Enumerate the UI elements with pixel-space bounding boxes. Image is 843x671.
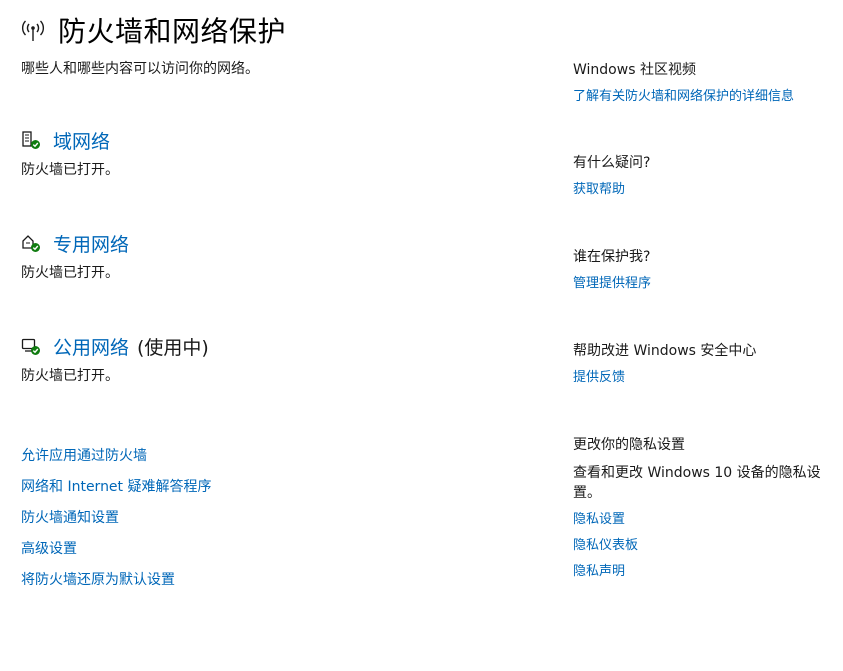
- question-section: 有什么疑问? 获取帮助: [573, 153, 823, 199]
- community-heading: Windows 社区视频: [573, 62, 696, 78]
- improve-heading: 帮助改进 Windows 安全中心: [573, 343, 757, 359]
- privacy-heading: 更改你的隐私设置: [573, 437, 685, 453]
- privacy-settings-link[interactable]: 隐私设置: [573, 510, 823, 529]
- protect-section: 谁在保护我? 管理提供程序: [573, 247, 823, 293]
- public-network-status: 防火墙已打开。: [21, 368, 119, 384]
- privacy-description: 查看和更改 Windows 10 设备的隐私设置。: [573, 465, 821, 501]
- community-section: Windows 社区视频 了解有关防火墙和网络保护的详细信息: [573, 60, 823, 106]
- public-network-link[interactable]: 公用网络: [53, 333, 129, 360]
- network-private: 专用网络 防火墙已打开。: [21, 228, 129, 282]
- public-network-icon: [21, 336, 41, 356]
- privacy-section: 更改你的隐私设置 查看和更改 Windows 10 设备的隐私设置。 隐私设置 …: [573, 435, 823, 581]
- page-subtitle: 哪些人和哪些内容可以访问你的网络。: [21, 61, 259, 77]
- private-network-link[interactable]: 专用网络: [53, 230, 129, 257]
- page-header: 防火墙和网络保护: [20, 10, 286, 50]
- domain-network-link[interactable]: 域网络: [53, 127, 110, 154]
- page-title: 防火墙和网络保护: [58, 15, 287, 48]
- privacy-dashboard-link[interactable]: 隐私仪表板: [573, 536, 823, 555]
- domain-network-icon: [21, 130, 41, 150]
- get-help-link[interactable]: 获取帮助: [573, 180, 823, 199]
- private-network-status: 防火墙已打开。: [21, 265, 119, 281]
- question-heading: 有什么疑问?: [573, 155, 651, 171]
- in-use-label: (使用中): [137, 336, 209, 359]
- give-feedback-link[interactable]: 提供反馈: [573, 368, 823, 387]
- settings-links: 允许应用通过防火墙 网络和 Internet 疑难解答程序 防火墙通知设置 高级…: [21, 446, 212, 601]
- network-public: 公用网络 (使用中) 防火墙已打开。: [21, 331, 209, 385]
- improve-section: 帮助改进 Windows 安全中心 提供反馈: [573, 341, 823, 387]
- allow-app-through-firewall-link[interactable]: 允许应用通过防火墙: [21, 446, 212, 477]
- network-domain: 域网络 防火墙已打开。: [21, 125, 119, 179]
- privacy-statement-link[interactable]: 隐私声明: [573, 562, 823, 581]
- protect-heading: 谁在保护我?: [573, 249, 651, 265]
- advanced-settings-link[interactable]: 高级设置: [21, 539, 212, 570]
- manage-providers-link[interactable]: 管理提供程序: [573, 274, 823, 293]
- firewall-notification-settings-link[interactable]: 防火墙通知设置: [21, 508, 212, 539]
- network-troubleshooter-link[interactable]: 网络和 Internet 疑难解答程序: [21, 477, 212, 508]
- restore-firewall-defaults-link[interactable]: 将防火墙还原为默认设置: [21, 570, 212, 601]
- learn-more-link[interactable]: 了解有关防火墙和网络保护的详细信息: [573, 87, 823, 106]
- private-network-icon: [21, 233, 41, 253]
- wifi-antenna-icon: [20, 17, 46, 43]
- domain-network-status: 防火墙已打开。: [21, 162, 119, 178]
